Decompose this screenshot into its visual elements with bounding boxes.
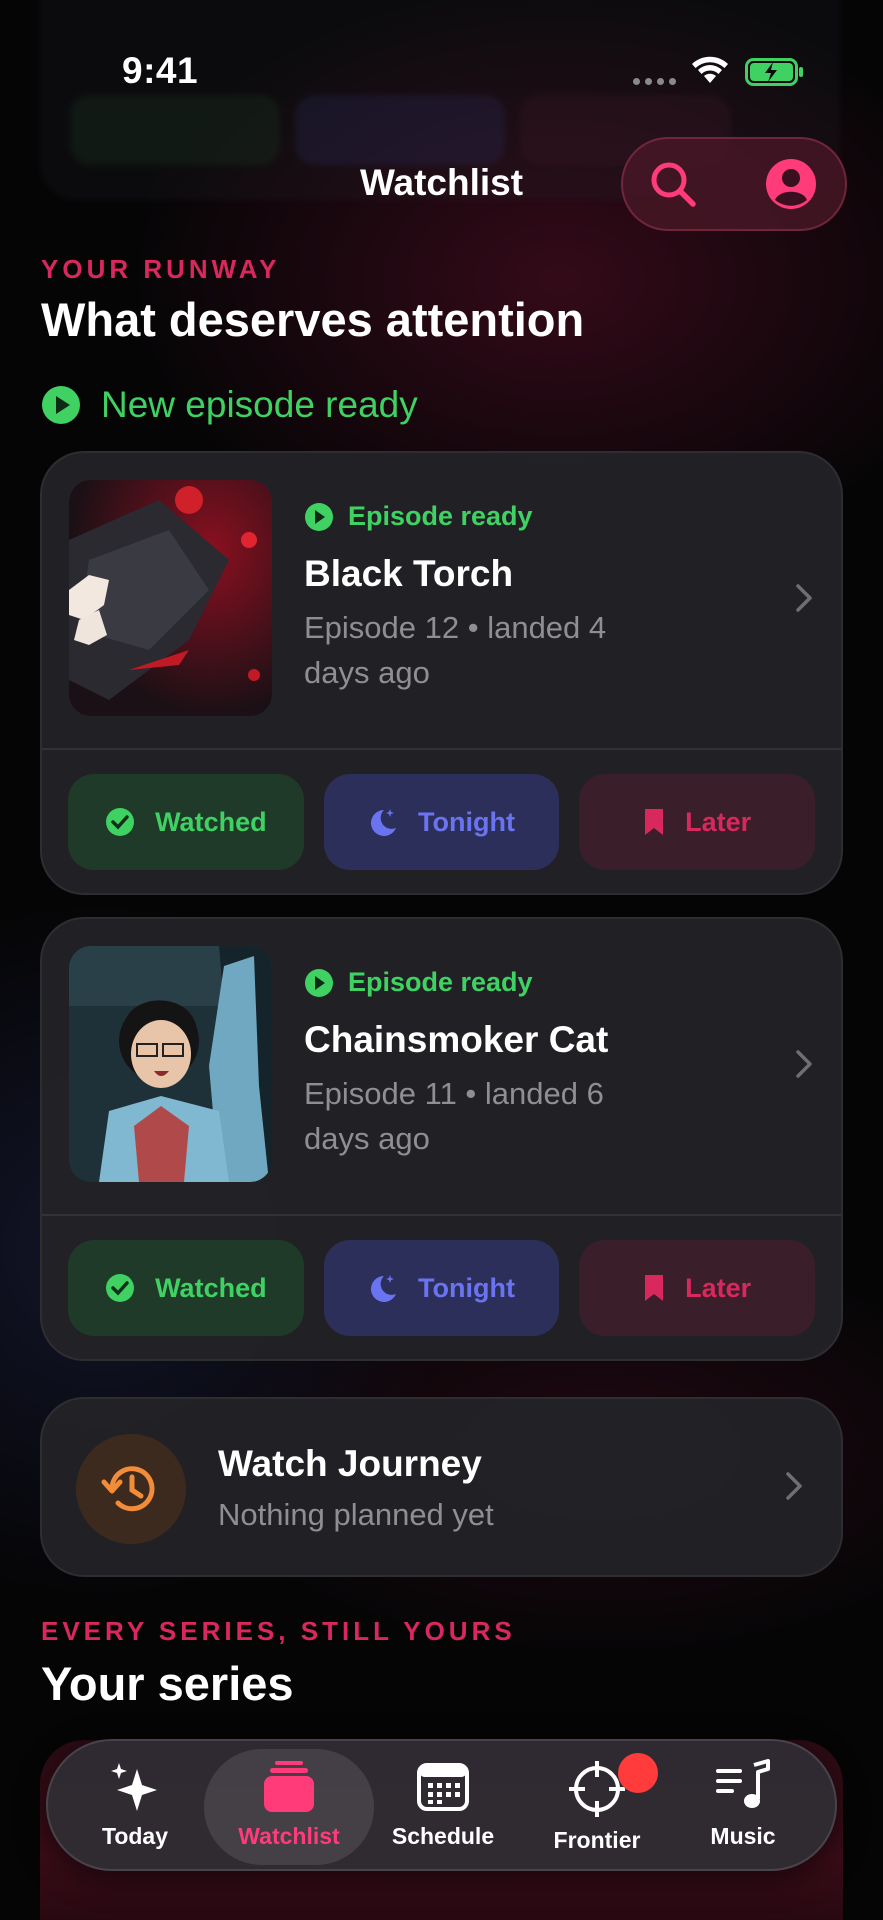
- battery-charging-icon: [745, 58, 803, 86]
- cover-image: [69, 480, 272, 716]
- card-actions: Watched Tonight Later: [42, 1216, 841, 1359]
- chevron-right-icon[interactable]: [795, 583, 813, 613]
- status-label: Episode ready: [304, 501, 533, 532]
- chevron-right-icon[interactable]: [795, 1049, 813, 1079]
- music-list-icon: [716, 1759, 770, 1808]
- checkmark-circle-icon: [106, 808, 135, 836]
- tab-music[interactable]: Music: [668, 1749, 818, 1865]
- play-circle-icon: [305, 502, 333, 531]
- play-circle-icon: [305, 968, 333, 997]
- episode-card[interactable]: Episode ready Black Torch Episode 12 • l…: [40, 451, 843, 895]
- episode-meta: Episode 12 • landed 4 days ago: [304, 610, 607, 690]
- chevron-right-icon: [786, 1472, 802, 1500]
- watch-journey-row[interactable]: Watch Journey Nothing planned yet: [40, 1397, 843, 1577]
- moon-stars-icon: [371, 1275, 397, 1302]
- tab-label: Today: [101, 1823, 169, 1849]
- sparkles-icon: [111, 1763, 157, 1811]
- card-actions: Watched Tonight Later: [42, 750, 841, 893]
- section-heading: What deserves attention: [41, 293, 585, 346]
- ready-header: New episode ready: [41, 384, 418, 426]
- tab-schedule[interactable]: Schedule: [368, 1749, 518, 1865]
- tonight-label: Tonight: [418, 1272, 515, 1303]
- play-circle-icon: [42, 386, 80, 424]
- tonight-label: Tonight: [418, 806, 515, 837]
- status-text: Episode ready: [348, 967, 533, 997]
- bookmark-icon: [645, 1275, 664, 1301]
- tonight-button[interactable]: Tonight: [323, 1240, 560, 1336]
- later-button[interactable]: Later: [579, 774, 816, 870]
- section-eyebrow: EVERY SERIES, STILL YOURS: [41, 1616, 516, 1646]
- tab-label: Music: [710, 1823, 776, 1849]
- later-label: Later: [685, 1272, 752, 1303]
- episode-meta: Episode 11 • landed 6 days ago: [304, 1076, 604, 1156]
- tab-watchlist[interactable]: Watchlist: [204, 1749, 374, 1865]
- cover-image: [69, 946, 272, 1182]
- watched-button[interactable]: Watched: [68, 774, 304, 870]
- history-icon: [76, 1434, 186, 1544]
- person-circle-icon[interactable]: [765, 158, 817, 210]
- signal-icon: [633, 78, 676, 85]
- stack-icon: [264, 1761, 314, 1812]
- watched-label: Watched: [155, 806, 267, 837]
- tab-bar: Today Watchlist Schedule Frontier Music: [46, 1739, 837, 1871]
- show-title: Black Torch: [304, 553, 514, 594]
- watched-label: Watched: [155, 1272, 267, 1303]
- journey-title: Watch Journey: [218, 1443, 482, 1484]
- ready-label: New episode ready: [101, 384, 418, 425]
- tonight-button[interactable]: Tonight: [323, 774, 560, 870]
- tab-today[interactable]: Today: [60, 1749, 210, 1865]
- header-actions: [621, 137, 847, 231]
- bookmark-icon: [645, 809, 664, 835]
- later-button[interactable]: Later: [579, 1240, 816, 1336]
- later-label: Later: [685, 806, 752, 837]
- tab-frontier[interactable]: Frontier: [522, 1749, 672, 1865]
- status-text: Episode ready: [348, 501, 533, 531]
- tab-label: Frontier: [553, 1827, 641, 1853]
- status-bar: 9:41: [0, 0, 883, 120]
- journey-subtitle: Nothing planned yet: [218, 1497, 494, 1532]
- search-icon[interactable]: [647, 158, 699, 210]
- checkmark-circle-icon: [106, 1274, 135, 1302]
- status-time: 9:41: [122, 50, 199, 91]
- episode-card[interactable]: Episode ready Chainsmoker Cat Episode 11…: [40, 917, 843, 1361]
- show-title: Chainsmoker Cat: [304, 1019, 609, 1060]
- section-heading: Your series: [41, 1657, 294, 1710]
- tab-label: Watchlist: [238, 1823, 340, 1849]
- status-label: Episode ready: [304, 967, 533, 998]
- tab-label: Schedule: [391, 1823, 495, 1849]
- section-eyebrow: YOUR RUNWAY: [41, 254, 281, 284]
- calendar-icon: [417, 1763, 469, 1811]
- wifi-icon: [692, 56, 728, 83]
- moon-stars-icon: [371, 809, 397, 836]
- watched-button[interactable]: Watched: [68, 1240, 304, 1336]
- notification-badge: [618, 1753, 658, 1793]
